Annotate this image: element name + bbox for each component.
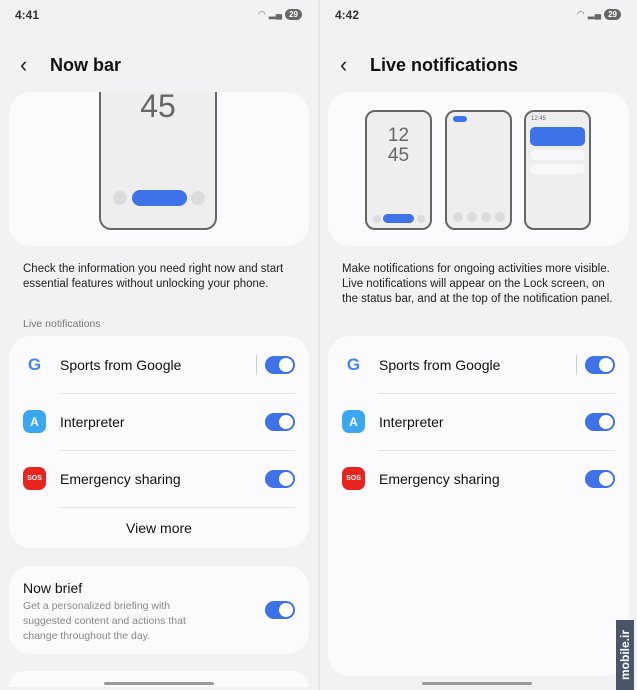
- item-label: Sports from Google: [60, 356, 182, 373]
- dot: [373, 215, 381, 223]
- now-brief-subtitle: Get a personalized briefing with suggest…: [23, 600, 186, 642]
- emergency-toggle[interactable]: [585, 469, 615, 488]
- list-item-interpreter[interactable]: A Interpreter: [328, 393, 629, 450]
- list-item-emergency[interactable]: SOS Emergency sharing: [9, 450, 309, 507]
- pill: [453, 116, 467, 122]
- live-notifications-list: G Sports from Google A Interpreter SOS E…: [9, 336, 309, 548]
- google-icon: G: [27, 354, 42, 374]
- dot: [417, 215, 425, 223]
- list-item-sports[interactable]: G Sports from Google: [328, 336, 629, 393]
- live-notifications-list: G Sports from Google A Interpreter SOS E…: [328, 336, 629, 676]
- status-time: 4:42: [335, 8, 360, 22]
- battery-icon: 29: [285, 9, 302, 20]
- divider: [576, 354, 577, 375]
- status-icons: ◠ ▂▄ 29: [258, 9, 302, 20]
- dot: [481, 212, 491, 222]
- interpreter-toggle[interactable]: [585, 412, 615, 431]
- panel-time: 12:45: [531, 116, 547, 122]
- phone-illustration: 45: [99, 92, 217, 230]
- view-more-button[interactable]: View more: [9, 507, 309, 548]
- signal-icon: ▂▄: [587, 9, 602, 19]
- dot: [467, 212, 477, 222]
- panel-illustration: 12:45: [524, 110, 591, 230]
- item-label: Sports from Google: [379, 356, 501, 373]
- item-label: Interpreter: [379, 413, 444, 430]
- signal-icon: ▂▄: [268, 9, 283, 19]
- home-indicator[interactable]: [422, 682, 532, 685]
- description: Check the information you need right now…: [23, 263, 284, 290]
- status-bar-illustration: [445, 110, 512, 230]
- wifi-icon: ◠: [576, 9, 585, 19]
- interpreter-icon: A: [23, 410, 46, 433]
- illustration-clock: 45: [140, 92, 176, 124]
- dot: [191, 191, 205, 205]
- live-notifications-screen: 4:42 ◠ ▂▄ 29 ‹ Live notifications 12 45 …: [320, 0, 637, 690]
- item-label: Emergency sharing: [60, 470, 181, 487]
- item-label: Emergency sharing: [379, 470, 500, 487]
- status-time: 4:41: [15, 8, 40, 22]
- clock-hour: 12: [387, 125, 410, 146]
- now-brief-title: Now brief: [23, 580, 83, 596]
- pill: [530, 127, 585, 146]
- now-brief-card[interactable]: Now brief Get a personalized briefing wi…: [9, 566, 309, 654]
- illustration-card: 45: [9, 92, 309, 246]
- item-label: Interpreter: [60, 413, 125, 430]
- emergency-toggle[interactable]: [265, 469, 295, 488]
- watermark: mobile.ir: [616, 620, 634, 690]
- sports-toggle[interactable]: [265, 355, 295, 374]
- wifi-icon: ◠: [257, 9, 266, 19]
- description: Make notifications for ongoing activitie…: [342, 263, 613, 305]
- header: ‹ Live notifications: [340, 54, 518, 76]
- header: ‹ Now bar: [20, 54, 121, 76]
- now-bar-pill: [132, 190, 187, 206]
- back-icon[interactable]: ‹: [20, 54, 36, 76]
- dot: [453, 212, 463, 222]
- list-item-sports[interactable]: G Sports from Google: [9, 336, 309, 393]
- list-item-emergency[interactable]: SOS Emergency sharing: [328, 450, 629, 507]
- dot: [495, 212, 505, 222]
- sos-icon: SOS: [23, 467, 46, 490]
- pill: [383, 214, 414, 223]
- section-label: Live notifications: [23, 318, 101, 330]
- sports-toggle[interactable]: [585, 355, 615, 374]
- interpreter-icon: A: [342, 410, 365, 433]
- now-brief-toggle[interactable]: [265, 601, 295, 619]
- illustration-card: 12 45 12:45: [328, 92, 629, 246]
- status-icons: ◠ ▂▄ 29: [577, 9, 621, 20]
- dot: [113, 191, 127, 205]
- page-title: Now bar: [50, 54, 122, 75]
- interpreter-toggle[interactable]: [265, 412, 295, 431]
- page-title: Live notifications: [370, 54, 519, 75]
- list-item-interpreter[interactable]: A Interpreter: [9, 393, 309, 450]
- back-icon[interactable]: ‹: [340, 54, 356, 76]
- notification: [530, 150, 585, 160]
- divider: [256, 354, 257, 375]
- now-bar-screen: 4:41 ◠ ▂▄ 29 ‹ Now bar 45 Check the info…: [0, 0, 318, 690]
- home-indicator[interactable]: [104, 682, 214, 685]
- sos-icon: SOS: [342, 467, 365, 490]
- lock-screen-illustration: 12 45: [365, 110, 432, 230]
- google-icon: G: [346, 354, 361, 374]
- clock-min: 45: [387, 145, 410, 166]
- notification: [530, 164, 585, 174]
- battery-icon: 29: [604, 9, 621, 20]
